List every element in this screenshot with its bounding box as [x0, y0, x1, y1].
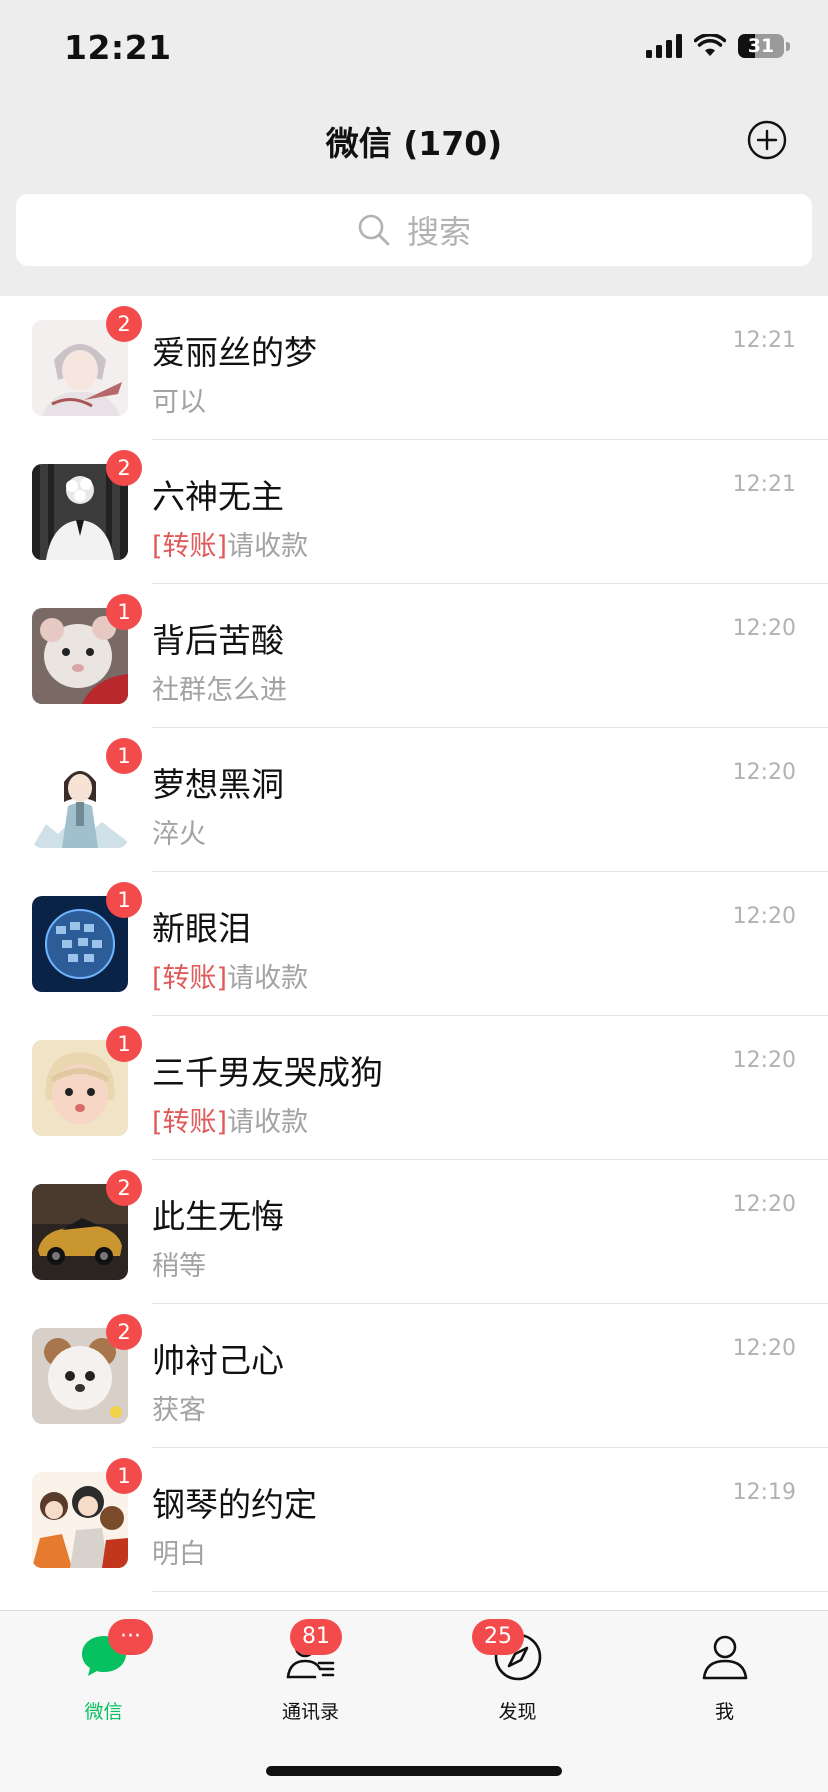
tab-me[interactable]: 我: [621, 1611, 828, 1731]
chat-time: 12:21: [732, 328, 796, 353]
chat-row[interactable]: 1 背后苦酸社群怎么进 12:20: [0, 584, 828, 728]
profile-icon: [699, 1631, 751, 1683]
unread-badge: 2: [106, 450, 142, 486]
home-indicator: [266, 1766, 562, 1776]
chat-name: 萝想黑洞: [152, 765, 284, 804]
chat-name: 三千男友哭成狗: [152, 1053, 383, 1092]
unread-badge: 1: [106, 594, 142, 630]
chat-time: 12:20: [732, 904, 796, 929]
chat-row[interactable]: 2 爱丽丝的梦可以 12:21: [0, 296, 828, 440]
chat-preview: 稍等: [152, 1244, 206, 1283]
chat-time: 12:20: [732, 1192, 796, 1217]
chat-preview: 获客: [152, 1388, 206, 1427]
chat-name: 六神无主: [152, 477, 284, 516]
chat-preview: 社群怎么进: [152, 668, 287, 707]
unread-badge: 1: [106, 1026, 142, 1062]
signal-icon: [646, 34, 682, 58]
chat-preview: 淬火: [152, 812, 206, 851]
message-text: 淬火: [152, 819, 206, 850]
search-icon: [358, 214, 390, 246]
chat-name: 钢琴的约定: [152, 1485, 317, 1524]
chat-row[interactable]: 1 新眼泪 [转账]请收款 12:20: [0, 872, 828, 1016]
message-text: 请收款: [227, 1107, 309, 1138]
chat-list: 2 爱丽丝的梦 可以 12:21 2 六神无主 [转账]请收款 12:21 1 背后苦酸 社群怎么进…: [0, 296, 828, 1592]
chat-time: 12:19: [732, 1480, 796, 1505]
tab-chats[interactable]: 微信: [0, 1611, 207, 1731]
chat-row[interactable]: 1 萝想黑洞淬火 12:20: [0, 728, 828, 872]
chat-row[interactable]: 1 三千男友哭成狗 [转账]请收款 12:20: [0, 1016, 828, 1160]
chat-time: 12:21: [732, 472, 796, 497]
tab-label: 通讯录: [281, 1701, 339, 1723]
wifi-icon: [694, 34, 726, 56]
chat-preview: [转账]请收款: [152, 524, 308, 563]
battery-tip: [786, 41, 790, 51]
chat-row[interactable]: 1 钢琴的约定明白 12:19: [0, 1448, 828, 1592]
chat-preview: [转账]请收款: [152, 956, 308, 995]
chat-time: 12:20: [732, 760, 796, 785]
tab-badge: 25: [472, 1619, 524, 1655]
search-bar[interactable]: 搜索: [16, 194, 812, 266]
unread-badge: 1: [106, 738, 142, 774]
tab-label: 发现: [498, 1701, 537, 1723]
tab-bar: 微信 ··· 通讯录 81 发现 25 我: [0, 1610, 828, 1792]
message-text: 明白: [152, 1539, 206, 1570]
battery-icon: 31: [738, 34, 784, 58]
top-bar: 12:21 31 微信 (170) 搜索: [0, 0, 828, 296]
chat-name: 爱丽丝的梦: [152, 333, 317, 372]
unread-badge: 1: [106, 1458, 142, 1494]
transfer-tag: [转账]: [152, 963, 228, 994]
unread-badge: 2: [106, 1170, 142, 1206]
transfer-tag: [转账]: [152, 1107, 228, 1138]
tab-badge: 81: [290, 1619, 342, 1655]
add-circle-icon[interactable]: [747, 120, 787, 160]
chat-row[interactable]: 2 帅衬己心获客 12:20: [0, 1304, 828, 1448]
tab-label: 微信: [84, 1701, 123, 1723]
message-text: 社群怎么进: [152, 675, 287, 706]
chat-time: 12:20: [732, 1048, 796, 1073]
message-text: 请收款: [227, 531, 309, 562]
search-placeholder: 搜索: [406, 213, 471, 251]
tab-label: 我: [714, 1701, 734, 1723]
chat-name: 背后苦酸: [152, 621, 284, 660]
wechat-chats-screen: 12:21 31 微信 (170) 搜索 2 爱丽丝的梦 可以 12:21 2 …: [0, 0, 828, 1792]
message-text: 获客: [152, 1395, 206, 1426]
status-time: 12:21: [64, 28, 172, 67]
chat-name: 帅衬己心: [152, 1341, 284, 1380]
status-icons: 31: [646, 34, 790, 58]
chat-time: 12:20: [732, 616, 796, 641]
transfer-tag: [转账]: [152, 531, 228, 562]
unread-badge: 1: [106, 882, 142, 918]
chat-name: 新眼泪: [152, 909, 251, 948]
chat-preview: 明白: [152, 1532, 206, 1571]
message-text: 稍等: [152, 1251, 206, 1282]
tab-badge: ···: [108, 1619, 153, 1655]
unread-badge: 2: [106, 1314, 142, 1350]
chat-row[interactable]: 2 六神无主 [转账]请收款 12:21: [0, 440, 828, 584]
row-divider: [152, 1591, 828, 1592]
unread-badge: 2: [106, 306, 142, 342]
chat-name: 此生无悔: [152, 1197, 284, 1236]
message-text: 请收款: [227, 963, 309, 994]
message-text: 可以: [152, 387, 206, 418]
battery-level: 31: [747, 35, 775, 57]
chat-row[interactable]: 2 此生无悔稍等 12:20: [0, 1160, 828, 1304]
page-title: 微信 (170): [325, 124, 503, 163]
chat-preview: 可以: [152, 380, 206, 419]
chat-preview: [转账]请收款: [152, 1100, 308, 1139]
chat-time: 12:20: [732, 1336, 796, 1361]
